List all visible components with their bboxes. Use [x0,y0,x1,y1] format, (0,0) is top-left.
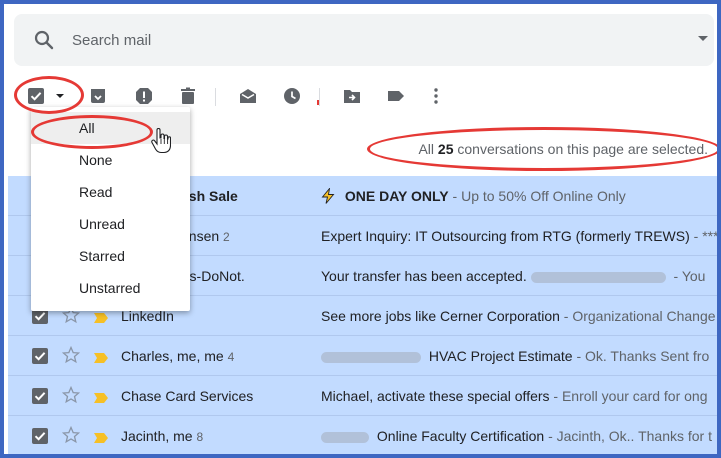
star-icon[interactable] [61,385,81,404]
email-row[interactable]: Jacinth, me 8 Online Faculty Certificati… [8,416,717,454]
email-sender: Chase Card Services [121,388,254,404]
email-subject: See more jobs like Cerner Corporation [321,308,560,324]
email-sender: rts-DoNot. [181,268,245,284]
important-marker-icon[interactable] [94,310,108,323]
row-checkbox[interactable] [32,428,48,444]
email-row[interactable]: Chase Card Services Michael, activate th… [8,376,717,416]
thread-count: 2 [223,230,230,244]
email-subject: Michael, activate these special offers [321,388,550,404]
email-subject: HVAC Project Estimate [428,348,573,364]
email-snippet: - Ok. Thanks Sent fro [576,348,710,364]
redacted-text [321,431,369,443]
star-icon[interactable] [61,425,81,444]
label-icon[interactable] [385,85,407,107]
email-snippet: - Enroll your card for ong [553,388,708,404]
email-sender: Charles, me, me 4 [121,348,235,364]
email-snippet: - Organizational Change [563,308,716,324]
email-row[interactable]: Charles, me, me 4 HVAC Project Estimate … [8,336,717,376]
email-snippet: - Jacinth, Ok.. Thanks for t [548,428,712,444]
annotation-oval [31,115,153,149]
email-snippet: - *** [693,228,719,244]
move-to-icon[interactable] [341,85,363,107]
important-marker-icon[interactable] [94,390,108,403]
annotation-oval [14,76,84,114]
row-checkbox[interactable] [32,388,48,404]
search-input[interactable]: Search mail [72,32,151,49]
search-icon[interactable] [32,28,56,52]
select-menu-item-unstarred[interactable]: Unstarred [31,272,190,304]
trash-icon[interactable] [177,85,199,107]
more-vert-icon[interactable] [425,85,447,107]
open-envelope-icon[interactable] [237,85,259,107]
email-subject: Your transfer has been accepted. [321,268,527,284]
email-sender: Jacinth, me 8 [121,428,204,444]
email-subject: Expert Inquiry: IT Outsourcing from RTG … [321,228,690,244]
annotation-oval [367,127,717,171]
clock-icon[interactable] [281,85,303,107]
gmail-window: Search mail All 25 conversations on this… [0,0,721,458]
redacted-text [530,271,666,283]
thread-count: 8 [196,430,204,444]
important-marker-icon[interactable] [94,430,108,443]
report-spam-icon[interactable] [133,85,155,107]
select-menu-item-unread[interactable]: Unread [31,208,190,240]
archive-icon[interactable] [87,85,109,107]
important-marker-icon[interactable] [94,350,108,363]
email-subject: Online Faculty Certification [376,428,545,444]
email-snippet: - Up to 50% Off Online Only [452,188,626,204]
star-icon[interactable] [61,345,81,364]
email-subject: ONE DAY ONLY [344,188,449,204]
row-checkbox[interactable] [32,348,48,364]
search-options-icon[interactable] [698,36,708,41]
redacted-text [321,351,421,363]
select-menu-item-read[interactable]: Read [31,176,190,208]
toolbar-divider [215,88,216,106]
thread-count: 4 [227,350,235,364]
email-snippet: - You [673,268,706,284]
select-menu-item-starred[interactable]: Starred [31,240,190,272]
search-bar[interactable]: Search mail [14,14,714,66]
hand-cursor-icon [151,127,172,154]
lightning-icon [321,188,335,204]
toolbar-divider [319,88,320,106]
annotation-mark [317,100,319,105]
